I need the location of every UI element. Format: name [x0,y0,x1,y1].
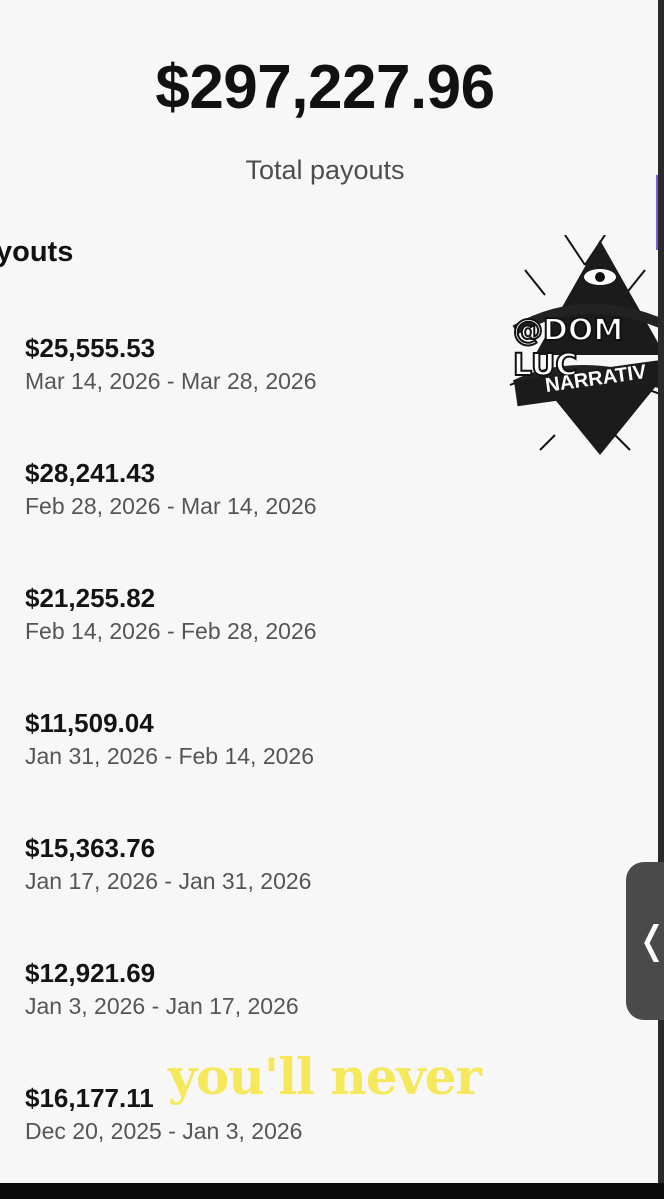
total-payout-amount: $297,227.96 [155,53,495,122]
payout-amount: $12,921.69 [25,958,156,988]
payout-date-range: Mar 14, 2026 - Mar 28, 2026 [25,368,317,394]
total-payout-label: Total payouts [245,155,405,185]
payout-date-range: Feb 28, 2026 - Mar 14, 2026 [25,493,317,519]
payout-amount: $25,555.53 [25,333,156,363]
payout-date-range: Jan 17, 2026 - Jan 31, 2026 [25,868,312,894]
payout-date-range: Feb 14, 2026 - Feb 28, 2026 [25,618,317,644]
payouts-section-title: youts [0,236,74,268]
payout-date-range: Jan 3, 2026 - Jan 17, 2026 [25,993,299,1019]
payout-amount: $28,241.43 [25,458,156,488]
video-caption: you'll never [168,1047,482,1106]
payout-amount: $21,255.82 [25,583,156,613]
chevron-left-icon[interactable]: ❬ [636,918,664,963]
payout-item[interactable]: $12,921.69 Jan 3, 2026 - Jan 17, 2026 [25,958,299,1021]
payout-item[interactable]: $21,255.82 Feb 14, 2026 - Feb 28, 2026 [25,583,317,646]
payout-item[interactable]: $15,363.76 Jan 17, 2026 - Jan 31, 2026 [25,833,311,896]
payout-date-range: Jan 31, 2026 - Feb 14, 2026 [25,743,314,769]
payout-amount: $11,509.04 [25,708,154,738]
payout-amount: $15,363.76 [25,833,156,863]
payout-item[interactable]: $28,241.43 Feb 28, 2026 - Mar 14, 2026 [25,458,317,521]
payout-item[interactable]: $11,509.04 Jan 31, 2026 - Feb 14, 2026 [25,708,314,771]
payouts-screen: $297,227.96 Total payouts youts $25,555.… [0,0,658,1183]
payout-date-range: Dec 20, 2025 - Jan 3, 2026 [25,1118,303,1144]
payout-item[interactable]: $25,555.53 Mar 14, 2026 - Mar 28, 2026 [25,333,317,396]
